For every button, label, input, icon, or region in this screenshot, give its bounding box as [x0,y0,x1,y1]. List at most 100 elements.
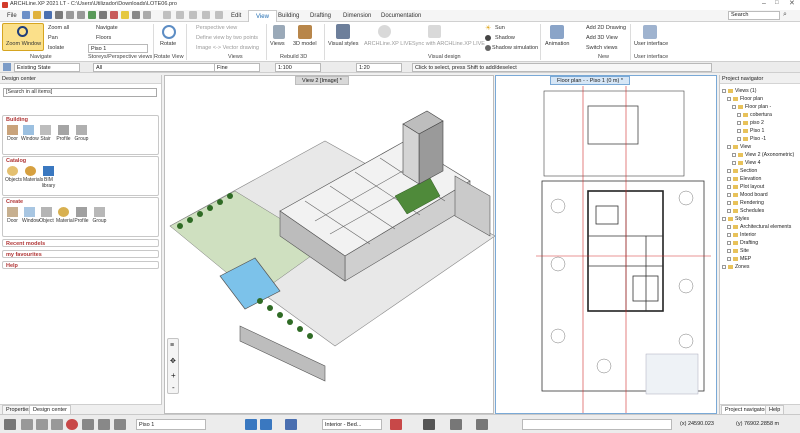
live-icon[interactable] [378,25,391,38]
zoom-all-button[interactable]: Zoom all [48,25,69,31]
navigator-item[interactable]: Views (1) [722,87,800,95]
command-input[interactable] [522,419,672,430]
navigator-item[interactable]: View [722,143,800,151]
3d-model-button[interactable]: 3D model [293,41,317,47]
navigator-item[interactable]: Plot layout [722,183,800,191]
print-icon[interactable] [55,11,63,19]
close-icon[interactable]: ✕ [789,0,795,7]
expand-icon[interactable] [727,208,731,213]
switch-views-button[interactable]: Switch views [586,45,617,51]
expand-icon[interactable] [727,184,731,189]
expand-icon[interactable] [722,264,726,269]
3d-model-icon[interactable] [298,25,312,39]
image-vector-button[interactable]: Image <-> Vector drawing [196,45,259,51]
create-object[interactable]: Object [39,207,54,224]
add-2d-drawing-button[interactable]: Add 2D Drawing [586,25,626,31]
navigator-item[interactable]: Floor plan - [722,103,800,111]
expand-icon[interactable] [732,160,736,165]
layer-view-icon[interactable] [285,419,297,430]
create-window[interactable]: Window [22,207,40,224]
zoom-window-button[interactable]: Zoom Window [2,23,44,51]
redo-icon[interactable] [77,11,85,19]
open-folder-icon[interactable] [33,11,41,19]
expand-icon[interactable] [727,200,731,205]
expand-icon[interactable] [727,224,731,229]
user-interface-icon[interactable] [643,25,657,39]
tool-stair[interactable]: Stair [38,125,53,142]
view1-tab[interactable]: View 2 [Image] * [295,76,349,85]
navigate-button[interactable]: Navigate [96,25,118,31]
expand-icon[interactable] [727,176,731,181]
sun-button[interactable]: Sun [495,25,505,31]
layer-select[interactable]: Existing State [14,63,80,72]
create-door[interactable]: Door [5,207,20,224]
animation-button[interactable]: Animation [545,41,569,47]
navigator-item[interactable]: Rendering [722,199,800,207]
favourites-header[interactable]: my favourites [2,250,159,258]
minimize-icon[interactable]: – [762,0,766,7]
isolate-button[interactable]: Isolate [48,45,64,51]
navigator-item[interactable]: Piso 1 [722,127,800,135]
visual-styles-button[interactable]: Visual styles [328,41,358,47]
animation-icon[interactable] [550,25,564,39]
floor-status-select[interactable]: Piso 1 [136,419,206,430]
navigator-item[interactable]: piso 2 [722,119,800,127]
floor-plan-view[interactable]: Floor plan - - Piso 1 (0 m) * [495,75,717,414]
line-weight-select[interactable]: Fine [214,63,260,72]
paint-icon[interactable] [121,11,129,19]
views-rebuild-icon[interactable] [273,25,285,39]
views-rebuild-button[interactable]: Views [270,41,285,47]
design-search-input[interactable]: [Search in all items] [3,88,157,97]
arrow-icon[interactable] [82,419,94,430]
tool-door[interactable]: Door [5,125,20,142]
redo-bottom-icon[interactable] [98,419,110,430]
properties-icon[interactable] [99,11,107,19]
filter-select[interactable]: All [93,63,233,72]
new-file-icon[interactable] [22,11,30,19]
expand-icon[interactable] [732,104,736,109]
pencil-icon[interactable] [132,11,140,19]
expand-icon[interactable] [727,192,731,197]
navigator-item[interactable]: cobertura [722,111,800,119]
navigator-item[interactable]: Drafting [722,239,800,247]
create-profile[interactable]: Profile [74,207,89,224]
save-icon[interactable] [44,11,52,19]
navigator-item[interactable]: Site [722,247,800,255]
menu-icon[interactable]: ≡ [170,342,174,349]
snap-icon[interactable] [176,11,184,19]
scale-select[interactable]: 1:100 [275,63,321,72]
navigator-item[interactable]: Interior [722,231,800,239]
rotate-button[interactable]: Rotate [160,41,176,47]
live-button[interactable]: ARCHLine.XP LIVE [364,41,412,47]
picker-icon[interactable] [110,11,118,19]
ortho-mode-icon[interactable] [51,419,63,430]
view2-tab[interactable]: Floor plan - - Piso 1 (0 m) * [550,76,631,85]
help-header[interactable]: Help [2,261,159,269]
navigator-item[interactable]: Styles [722,215,800,223]
rotate-icon[interactable] [162,25,176,39]
snap-mode-icon[interactable] [21,419,33,430]
recent-models-header[interactable]: Recent models [2,239,159,247]
expand-icon[interactable] [727,256,731,261]
tab-building[interactable]: Building [271,10,306,22]
navigator-item[interactable]: Mood board [722,191,800,199]
navigator-item[interactable]: Section [722,167,800,175]
navigator-item[interactable]: Schedules [722,207,800,215]
tool-materials[interactable]: Materials [23,166,43,183]
zoom-out-icon[interactable]: - [172,383,175,392]
sync-live-button[interactable]: Sync with ARCHLine.XP LIVE [412,41,485,47]
floors-button[interactable]: Floors [96,35,111,41]
layers-icon[interactable] [215,11,223,19]
tool-group[interactable]: Group [74,125,89,142]
user-interface-button[interactable]: User interface [634,41,668,47]
floor-select[interactable]: Piso 1 [88,44,148,53]
create-group[interactable]: Group [92,207,107,224]
line-icon[interactable] [163,11,171,19]
eraser-icon[interactable] [143,11,151,19]
zoom-in-icon[interactable]: + [171,371,176,380]
undo-bottom-icon[interactable] [114,419,126,430]
shadow-simulation-button[interactable]: Shadow simulation [492,45,538,51]
tab-dimension[interactable]: Dimension [336,10,378,22]
navigator-item[interactable]: Piso -1 [722,135,800,143]
expand-icon[interactable] [727,96,731,101]
